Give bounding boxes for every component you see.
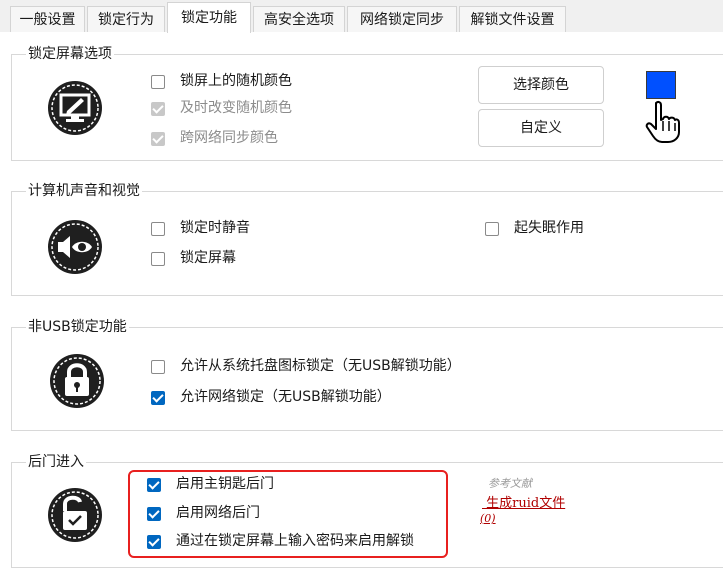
mute-on-lock-label: 锁定时静音 <box>180 220 250 236</box>
custom-button[interactable]: 自定义 <box>478 109 604 147</box>
insomnia-label: 起失眠作用 <box>514 220 584 236</box>
unlocked-padlock-icon <box>48 488 102 542</box>
network-lock-checkbox[interactable] <box>151 391 165 405</box>
lock-screen-checkbox[interactable] <box>151 252 165 266</box>
lock-screen-label: 锁定屏幕 <box>180 250 236 266</box>
hand-cursor-icon <box>645 100 680 143</box>
tab-network-lock-sync[interactable]: 网络锁定同步 <box>347 6 457 32</box>
choose-color-button[interactable]: 选择颜色 <box>478 66 604 104</box>
tray-lock-label: 允许从系统托盘图标锁定（无USB解锁功能） <box>180 358 461 374</box>
non-usb-lock-group: 非USB锁定功能 <box>11 317 723 431</box>
tab-general-settings[interactable]: 一般设置 <box>10 6 85 32</box>
random-color-checkbox[interactable] <box>151 75 165 89</box>
random-color-label: 锁屏上的随机颜色 <box>180 73 292 89</box>
change-color-checkbox[interactable] <box>151 102 165 116</box>
tab-strip: 一般设置 锁定行为 锁定功能 高安全选项 网络锁定同步 解锁文件设置 <box>0 0 723 33</box>
tab-high-security[interactable]: 高安全选项 <box>253 6 345 32</box>
tab-lock-features[interactable]: 锁定功能 <box>167 2 251 33</box>
highlight-box <box>128 470 448 558</box>
insomnia-checkbox[interactable] <box>485 222 499 236</box>
change-color-label: 及时改变随机颜色 <box>180 100 292 116</box>
lock-screen-icon <box>48 81 102 135</box>
tray-lock-checkbox[interactable] <box>151 360 165 374</box>
speaker-eye-icon <box>48 220 102 274</box>
sync-color-checkbox[interactable] <box>151 132 165 146</box>
generate-count-note: (0) <box>480 512 496 525</box>
color-swatch[interactable] <box>646 71 676 99</box>
group-title: 后门进入 <box>26 452 86 472</box>
tab-lock-behavior[interactable]: 锁定行为 <box>87 6 165 32</box>
padlock-icon <box>50 354 104 408</box>
group-title: 计算机声音和视觉 <box>26 181 142 201</box>
group-title: 锁定屏幕选项 <box>26 44 114 64</box>
lock-screen-options-group: 锁定屏幕选项 <box>11 44 723 161</box>
mute-on-lock-checkbox[interactable] <box>151 222 165 236</box>
network-lock-label: 允许网络锁定（无USB解锁功能） <box>180 389 391 405</box>
sound-visual-group: 计算机声音和视觉 <box>11 181 723 296</box>
tab-unlock-file-settings[interactable]: 解锁文件设置 <box>459 6 566 32</box>
sync-color-label: 跨网络同步颜色 <box>180 130 278 146</box>
generate-ruid-link[interactable]: 生成ruid文件 <box>482 492 565 511</box>
reference-note: 参考文献 <box>488 477 532 490</box>
group-title: 非USB锁定功能 <box>26 317 129 337</box>
